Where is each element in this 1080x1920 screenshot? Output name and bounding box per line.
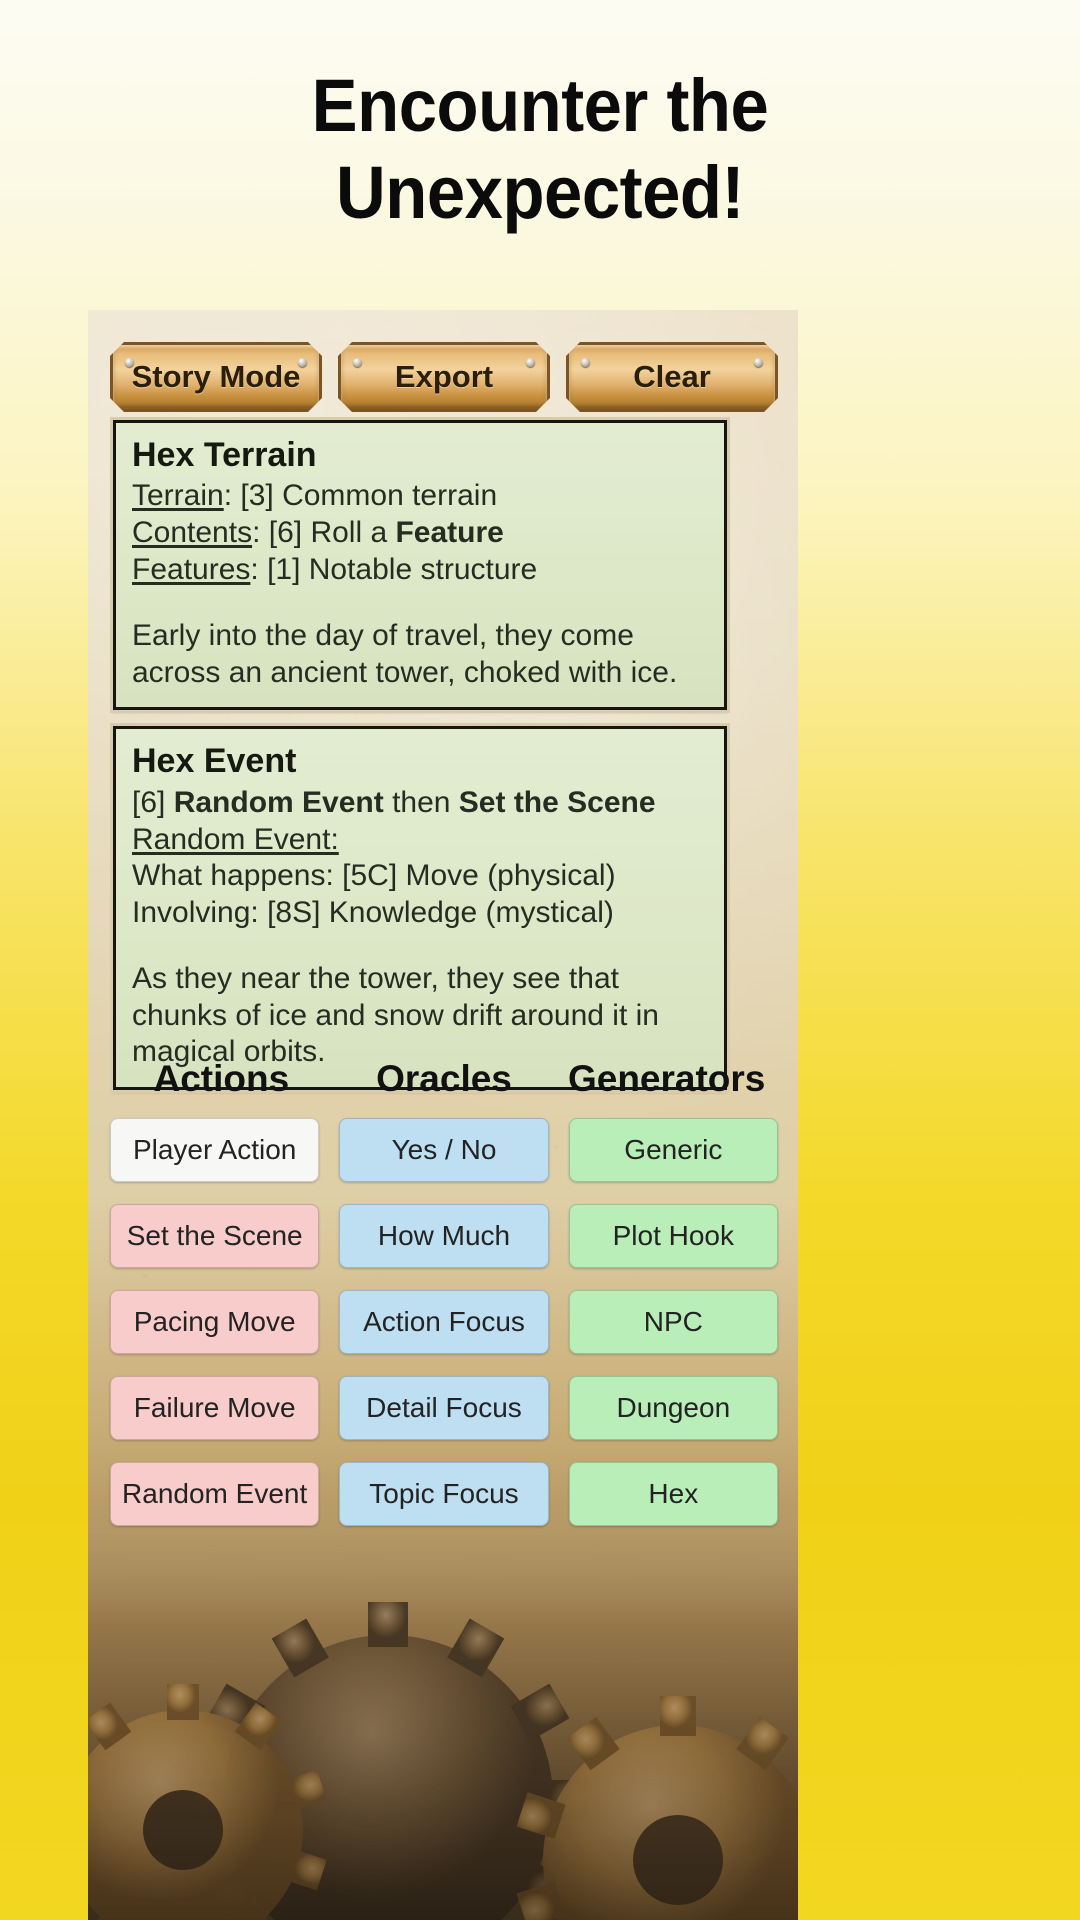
gear-illustration: [88, 1500, 798, 1920]
card-section-label: Random Event:: [132, 822, 708, 859]
row-value-pre: [6] Roll a: [268, 516, 396, 550]
category-headers: Actions Oracles Generators: [110, 1058, 778, 1100]
roll-move-2: Set the Scene: [458, 785, 656, 819]
row-value: [5C] Move (physical): [342, 859, 616, 893]
row-value: [1] Notable structure: [267, 552, 538, 586]
story-mode-label: Story Mode: [131, 359, 301, 394]
rivet-icon: [298, 358, 307, 367]
row-label: Features: [132, 552, 251, 586]
card-narrative: As they near the tower, they see that ch…: [132, 962, 659, 1069]
column-header-actions: Actions: [153, 1058, 290, 1099]
card-narrative: Early into the day of travel, they come …: [132, 619, 678, 689]
page-title-line-2: Unexpected!: [336, 151, 744, 235]
action-button-set-the-scene[interactable]: Set the Scene: [110, 1204, 320, 1268]
row-label: Terrain: [132, 479, 224, 513]
card-row-involving: Involving: [8S] Knowledge (mystical): [132, 895, 708, 932]
clear-button[interactable]: Clear: [566, 342, 778, 412]
section-label-text: Random Event:: [132, 822, 339, 856]
card-row-features: Features: [1] Notable structure: [132, 552, 708, 589]
row-label: Contents: [132, 516, 253, 550]
row-sep: :: [325, 859, 343, 893]
oracle-button-action-focus[interactable]: Action Focus: [339, 1290, 549, 1354]
column-header-oracles: Oracles: [376, 1058, 512, 1099]
generator-button-plot-hook[interactable]: Plot Hook: [568, 1204, 778, 1268]
page-title-line-1: Encounter the: [311, 64, 769, 147]
log-card-hex-terrain[interactable]: Hex Terrain Terrain: [3] Common terrain …: [110, 416, 730, 714]
export-label: Export: [394, 359, 494, 394]
generator-button-npc[interactable]: NPC: [568, 1290, 778, 1354]
row-sep: :: [252, 516, 269, 550]
rivet-icon: [754, 358, 763, 367]
card-roll-line: [6] Random Event then Set the Scene: [132, 785, 708, 822]
row-value: [8S] Knowledge (mystical): [267, 895, 614, 929]
roll-number: [6]: [132, 785, 174, 819]
rivet-icon: [526, 358, 535, 367]
row-value: [3] Common terrain: [240, 479, 498, 513]
row-sep: :: [250, 552, 268, 586]
rivet-icon: [125, 358, 134, 367]
page-title: Encounter the Unexpected!: [38, 62, 1042, 237]
card-row-terrain: Terrain: [3] Common terrain: [132, 478, 708, 515]
action-button-random-event[interactable]: Random Event: [110, 1462, 320, 1526]
column-generators: Generic Plot Hook NPC Dungeon Hex: [568, 1118, 778, 1526]
log-list[interactable]: Hex Terrain Terrain: [3] Common terrain …: [110, 416, 778, 1094]
log-card-hex-event[interactable]: Hex Event [6] Random Event then Set the …: [110, 723, 730, 1094]
roll-move-1: Random Event: [173, 785, 384, 819]
rivet-icon: [581, 358, 590, 367]
oracle-button-yes-no[interactable]: Yes / No: [339, 1118, 549, 1182]
card-title: Hex Event: [132, 742, 297, 781]
card-title: Hex Terrain: [132, 436, 317, 474]
oracle-button-detail-focus[interactable]: Detail Focus: [339, 1376, 549, 1440]
generator-button-hex[interactable]: Hex: [568, 1462, 778, 1526]
oracle-button-topic-focus[interactable]: Topic Focus: [339, 1462, 549, 1526]
export-button[interactable]: Export: [338, 342, 550, 412]
row-sep: :: [223, 479, 241, 513]
card-row-contents: Contents: [6] Roll a Feature: [132, 515, 708, 552]
generator-button-generic[interactable]: Generic: [568, 1118, 778, 1182]
generator-button-dungeon[interactable]: Dungeon: [568, 1376, 778, 1440]
clear-label: Clear: [633, 359, 711, 394]
column-header-generators: Generators: [567, 1058, 766, 1099]
action-button-player-action[interactable]: Player Action: [110, 1118, 320, 1182]
oracle-button-how-much[interactable]: How Much: [339, 1204, 549, 1268]
row-sep: :: [250, 895, 268, 929]
row-label: Involving: [132, 895, 251, 929]
roll-conj: then: [383, 785, 459, 819]
app-screenshot-panel: Story Mode Export Clear Hex Terrain Terr…: [88, 310, 798, 1920]
action-button-pacing-move[interactable]: Pacing Move: [110, 1290, 320, 1354]
column-oracles: Yes / No How Much Action Focus Detail Fo…: [339, 1118, 549, 1526]
card-row-what-happens: What happens: [5C] Move (physical): [132, 858, 708, 895]
rivet-icon: [353, 358, 362, 367]
row-value-bold: Feature: [395, 516, 504, 550]
row-label: What happens: [132, 859, 326, 893]
toolbar: Story Mode Export Clear: [110, 342, 778, 406]
action-button-failure-move[interactable]: Failure Move: [110, 1376, 320, 1440]
action-grid: Player Action Set the Scene Pacing Move …: [110, 1118, 778, 1526]
column-actions: Player Action Set the Scene Pacing Move …: [110, 1118, 320, 1526]
story-mode-button[interactable]: Story Mode: [110, 342, 322, 412]
gears-background: [88, 1500, 798, 1920]
